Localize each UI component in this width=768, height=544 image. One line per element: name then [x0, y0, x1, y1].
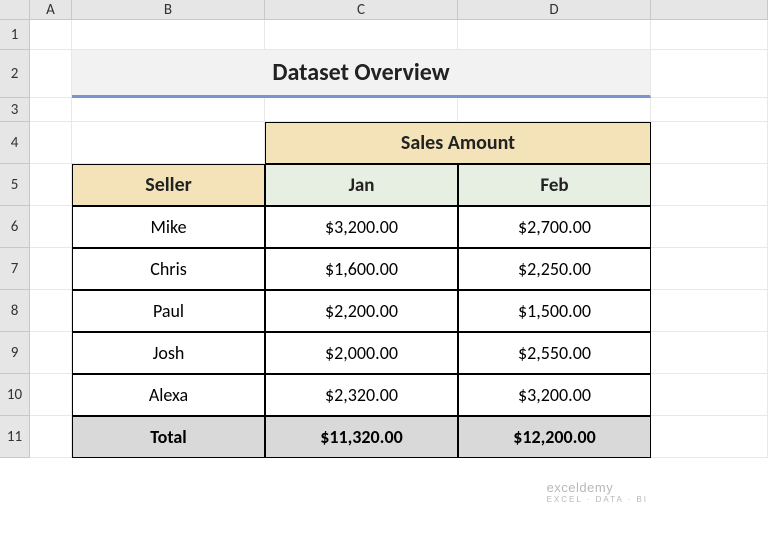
- jan-header[interactable]: Jan: [265, 164, 458, 206]
- cell[interactable]: [30, 206, 72, 248]
- row-header-1[interactable]: 1: [0, 20, 30, 50]
- col-header-blank[interactable]: [651, 0, 768, 20]
- cell[interactable]: [30, 416, 72, 458]
- cell[interactable]: [651, 98, 768, 122]
- seller-cell[interactable]: Paul: [72, 290, 265, 332]
- watermark: exceldemy EXCEL · DATA · BI: [547, 480, 648, 504]
- row-header-7[interactable]: 7: [0, 248, 30, 290]
- cell[interactable]: [30, 164, 72, 206]
- cell[interactable]: [30, 290, 72, 332]
- feb-cell[interactable]: $2,550.00: [458, 332, 651, 374]
- feb-cell[interactable]: $2,700.00: [458, 206, 651, 248]
- cell[interactable]: [30, 332, 72, 374]
- cell[interactable]: [651, 164, 768, 206]
- total-label[interactable]: Total: [72, 416, 265, 458]
- spreadsheet-grid: A B C D 1 2 3 4 5 6 7 8 9 10 11 Dataset …: [0, 0, 768, 458]
- col-header-a[interactable]: A: [30, 0, 72, 20]
- cell[interactable]: [651, 50, 768, 98]
- cell[interactable]: [651, 332, 768, 374]
- col-header-c[interactable]: C: [265, 0, 458, 20]
- seller-cell[interactable]: Alexa: [72, 374, 265, 416]
- cell[interactable]: [30, 248, 72, 290]
- row-header-5[interactable]: 5: [0, 164, 30, 206]
- cell[interactable]: [30, 98, 72, 122]
- watermark-main: exceldemy: [547, 480, 648, 495]
- cell[interactable]: [265, 20, 458, 50]
- row-header-8[interactable]: 8: [0, 290, 30, 332]
- cell[interactable]: [30, 50, 72, 98]
- row-header-10[interactable]: 10: [0, 374, 30, 416]
- select-all-corner[interactable]: [0, 0, 30, 20]
- feb-cell[interactable]: $3,200.00: [458, 374, 651, 416]
- seller-header[interactable]: Seller: [72, 164, 265, 206]
- cell[interactable]: [458, 20, 651, 50]
- col-header-b[interactable]: B: [72, 0, 265, 20]
- jan-cell[interactable]: $2,000.00: [265, 332, 458, 374]
- row-header-11[interactable]: 11: [0, 416, 30, 458]
- row-header-6[interactable]: 6: [0, 206, 30, 248]
- jan-cell[interactable]: $1,600.00: [265, 248, 458, 290]
- cell[interactable]: [72, 98, 265, 122]
- row-header-2[interactable]: 2: [0, 50, 30, 98]
- row-header-9[interactable]: 9: [0, 332, 30, 374]
- cell[interactable]: [30, 374, 72, 416]
- sales-amount-header[interactable]: Sales Amount: [265, 122, 651, 164]
- cell[interactable]: [651, 416, 768, 458]
- cell[interactable]: [265, 98, 458, 122]
- cell[interactable]: [651, 374, 768, 416]
- cell[interactable]: [30, 20, 72, 50]
- cell[interactable]: [30, 122, 72, 164]
- jan-cell[interactable]: $3,200.00: [265, 206, 458, 248]
- jan-cell[interactable]: $2,320.00: [265, 374, 458, 416]
- col-header-d[interactable]: D: [458, 0, 651, 20]
- cell[interactable]: [458, 98, 651, 122]
- cell[interactable]: [72, 122, 265, 164]
- row-header-4[interactable]: 4: [0, 122, 30, 164]
- jan-cell[interactable]: $2,200.00: [265, 290, 458, 332]
- cell[interactable]: [651, 122, 768, 164]
- row-header-3[interactable]: 3: [0, 98, 30, 122]
- cell[interactable]: [651, 206, 768, 248]
- total-feb[interactable]: $12,200.00: [458, 416, 651, 458]
- total-jan[interactable]: $11,320.00: [265, 416, 458, 458]
- feb-cell[interactable]: $1,500.00: [458, 290, 651, 332]
- seller-cell[interactable]: Mike: [72, 206, 265, 248]
- cell[interactable]: [72, 20, 265, 50]
- feb-header[interactable]: Feb: [458, 164, 651, 206]
- title-cell[interactable]: Dataset Overview: [72, 50, 651, 98]
- seller-cell[interactable]: Chris: [72, 248, 265, 290]
- seller-cell[interactable]: Josh: [72, 332, 265, 374]
- watermark-sub: EXCEL · DATA · BI: [547, 495, 648, 504]
- cell[interactable]: [651, 248, 768, 290]
- feb-cell[interactable]: $2,250.00: [458, 248, 651, 290]
- cell[interactable]: [651, 20, 768, 50]
- cell[interactable]: [651, 290, 768, 332]
